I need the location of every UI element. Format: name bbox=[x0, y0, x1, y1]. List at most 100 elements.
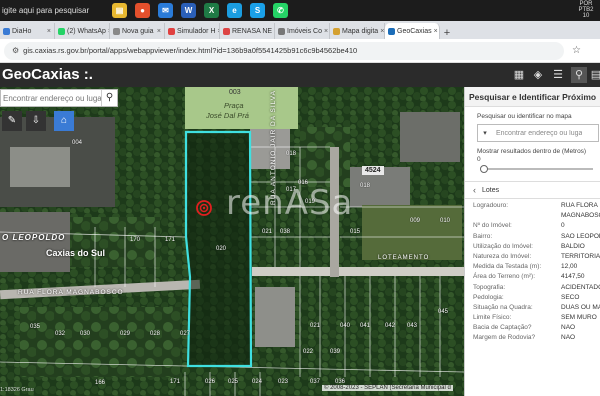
dropdown-icon[interactable]: ▾ bbox=[478, 129, 492, 137]
search-identify-icon[interactable]: ⚲ bbox=[571, 67, 587, 83]
map-lot-label: 040 bbox=[340, 323, 351, 329]
legend-icon[interactable]: ☰ bbox=[550, 67, 566, 83]
address-bar: ⚙ gis.caxias.rs.gov.br/portal/apps/webap… bbox=[0, 39, 600, 63]
folder-icon[interactable]: ▤ bbox=[112, 3, 127, 18]
home-icon[interactable]: ⌂ bbox=[54, 111, 74, 131]
system-tray: POR PTB2 10 bbox=[578, 1, 594, 19]
map-lot-label: 018 bbox=[286, 151, 297, 157]
attribute-value: NAO bbox=[561, 324, 576, 332]
attribute-value: MAGNABOSCO bbox=[561, 212, 600, 220]
map-lot-label: 171 bbox=[170, 379, 181, 385]
panel-search-field[interactable]: ▾ Encontrar endereço ou luga bbox=[477, 124, 599, 142]
new-tab-button[interactable]: + bbox=[440, 27, 454, 39]
attribute-key: Margem de Rodovia? bbox=[473, 334, 536, 342]
chrome-icon[interactable]: ● bbox=[135, 3, 150, 18]
attribute-value: BALDIO bbox=[561, 242, 585, 250]
tab-close-icon[interactable]: × bbox=[434, 28, 438, 35]
taskbar-search[interactable]: igite aqui para pesquisar bbox=[0, 0, 108, 21]
map-lot-label: 037 bbox=[310, 379, 321, 385]
browser-tab[interactable]: Nova guia × bbox=[110, 23, 165, 39]
attribute-row: Bacia de Captação? NAO bbox=[465, 323, 600, 333]
browser-tab[interactable]: Mapa digita × bbox=[330, 23, 385, 39]
tab-label: DiaHo bbox=[12, 27, 32, 35]
map-lot-label: 003 bbox=[229, 89, 241, 96]
browser-tab[interactable]: RENASA NE× bbox=[220, 23, 275, 39]
map-square-label: Praça bbox=[224, 101, 244, 110]
city-label: Caxias do Sul bbox=[46, 248, 106, 258]
attribute-key: Limite Físico: bbox=[473, 314, 512, 322]
street-label: LOTEAMENTO bbox=[378, 255, 430, 261]
slider-min-label: 0 bbox=[477, 156, 481, 163]
map-lot-label: 009 bbox=[410, 218, 421, 224]
map-search-box[interactable]: Encontrar endereço ou luga ⚲ bbox=[0, 89, 118, 107]
attribute-row: Área do Terreno (m²): 4147,50 bbox=[465, 272, 600, 282]
slider-handle[interactable] bbox=[480, 165, 488, 173]
attribute-key: Utilização do Imóvel: bbox=[473, 242, 533, 250]
attribute-row: Limite Físico: SEM MURO bbox=[465, 313, 600, 323]
panel-title: Pesquisar e Identificar Próximo bbox=[465, 87, 600, 107]
attribute-row: Utilização do Imóvel: BALDIO bbox=[465, 242, 600, 252]
tab-close-icon[interactable]: × bbox=[380, 28, 384, 35]
bookmark-star-icon[interactable]: ☆ bbox=[572, 45, 581, 56]
search-icon[interactable]: ⚲ bbox=[101, 90, 117, 106]
tab-label: Simulador H bbox=[177, 27, 216, 35]
excel-icon[interactable]: X bbox=[204, 3, 219, 18]
layers-icon[interactable]: ◈ bbox=[530, 67, 546, 83]
attribute-key: Bacia de Captação? bbox=[473, 324, 532, 332]
tab-close-icon[interactable]: × bbox=[324, 28, 328, 35]
site-info-icon[interactable]: ⚙ bbox=[12, 46, 19, 55]
address-number-badge: 4524 bbox=[362, 166, 384, 175]
distance-slider[interactable] bbox=[480, 165, 593, 173]
app-title: GeoCaxias :. bbox=[2, 66, 93, 83]
attribute-key: Medida da Testada (m): bbox=[473, 263, 542, 271]
tab-favicon-icon bbox=[168, 27, 175, 35]
attribute-value: RUA FLORA bbox=[561, 202, 598, 209]
browser-tab[interactable]: GeoCaxias × bbox=[385, 23, 440, 39]
map-lot-label: 041 bbox=[360, 323, 371, 329]
url-field[interactable]: ⚙ gis.caxias.rs.gov.br/portal/apps/webap… bbox=[4, 41, 564, 60]
tab-favicon-icon bbox=[3, 27, 10, 35]
map-lot-label: 039 bbox=[330, 349, 341, 355]
tab-favicon-icon bbox=[278, 27, 285, 35]
app-header: GeoCaxias :. ▦ ◈ ☰ ⚲ ▤ bbox=[0, 63, 600, 87]
map-lot-label: 017 bbox=[286, 187, 297, 193]
browser-tab[interactable]: Simulador H× bbox=[165, 23, 220, 39]
tab-label: Imóveis Co bbox=[287, 27, 323, 35]
map-lot-label: 015 bbox=[350, 229, 361, 235]
mail-icon[interactable]: ✉ bbox=[158, 3, 173, 18]
basemap-gallery-icon[interactable]: ▦ bbox=[511, 67, 527, 83]
map-lot-label: 029 bbox=[120, 331, 131, 337]
print-icon[interactable]: ▤ bbox=[588, 67, 600, 83]
map-lot-label: 038 bbox=[280, 229, 291, 235]
browser-tab[interactable]: (2) WhatsAp× bbox=[55, 23, 110, 39]
attribute-value: SAO LEOPOLD bbox=[561, 232, 600, 240]
edge-icon[interactable]: e bbox=[227, 3, 242, 18]
tab-favicon-icon bbox=[223, 27, 230, 35]
attribute-value: 12,00 bbox=[561, 263, 578, 271]
download-icon[interactable]: ⇩ bbox=[26, 111, 46, 131]
attribute-key: Pedologia: bbox=[473, 293, 504, 301]
edit-icon[interactable]: ✎ bbox=[2, 111, 22, 131]
word-icon[interactable]: W bbox=[181, 3, 196, 18]
skype-icon[interactable]: S bbox=[250, 3, 265, 18]
chevron-left-icon[interactable]: ‹ bbox=[473, 185, 476, 195]
attribute-value: 4147,50 bbox=[561, 273, 585, 281]
map-lot-label: 043 bbox=[407, 323, 418, 329]
attribute-key: Logradouro: bbox=[473, 202, 509, 209]
tab-close-icon[interactable]: × bbox=[157, 28, 161, 35]
map-lot-label: 004 bbox=[72, 140, 83, 146]
map-lot-label: 020 bbox=[216, 246, 227, 252]
attribute-row: Situação na Quadra: DUAS OU MAIS bbox=[465, 303, 600, 313]
browser-tab[interactable]: DiaHo × bbox=[0, 23, 55, 39]
browser-tab[interactable]: Imóveis Co × bbox=[275, 23, 330, 39]
attribute-key: Nº do Imóvel: bbox=[473, 222, 512, 230]
attribute-key: Área do Terreno (m²): bbox=[473, 273, 536, 281]
tab-close-icon[interactable]: × bbox=[47, 28, 51, 35]
tab-favicon-icon bbox=[388, 27, 395, 35]
back-to-results[interactable]: ‹ Lotes bbox=[465, 182, 600, 198]
taskbar: igite aqui para pesquisar ▤ ● ✉ W Xe S ✆ POR P… bbox=[0, 0, 600, 21]
map-lot-label: 021 bbox=[262, 229, 273, 235]
attribute-row: Natureza do Imóvel: TERRITORIAL bbox=[465, 252, 600, 262]
whatsapp-icon[interactable]: ✆ bbox=[273, 3, 288, 18]
map-lot-label: 021 bbox=[310, 323, 321, 329]
